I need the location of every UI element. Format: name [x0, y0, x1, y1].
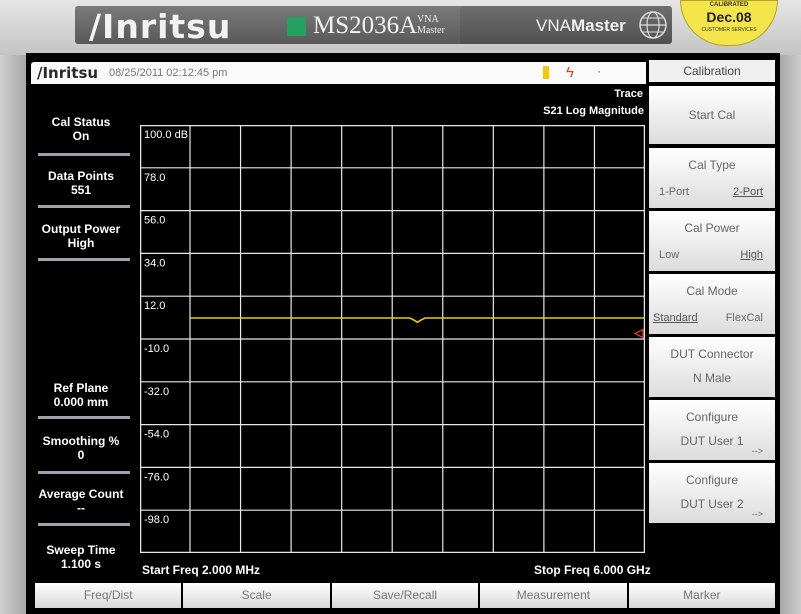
cal-type-option-1port: 1-Port	[659, 186, 689, 198]
start-cal-button[interactable]: Start Cal	[649, 86, 775, 144]
model-name: MS2036A	[313, 12, 418, 39]
trace-label: Trace	[614, 88, 643, 100]
cal-mode-button[interactable]: Cal Mode Standard FlexCal	[649, 274, 775, 334]
y-tick-label: 78.0	[144, 172, 165, 184]
brand-plate: /Inritsu MS2036A VNA Master	[75, 6, 465, 46]
y-tick-label: 12.0	[144, 300, 165, 312]
marker-menu[interactable]: Marker	[628, 583, 776, 608]
y-tick-label: 56.0	[144, 215, 165, 227]
cal-type-button[interactable]: Cal Type 1-Port 2-Port	[649, 148, 775, 208]
y-tick-label: -76.0	[144, 471, 169, 483]
cal-power-label: Cal Power	[684, 221, 740, 235]
brand-logo: /Inritsu	[89, 7, 232, 46]
cal-mode-option-standard: Standard	[653, 312, 698, 324]
datetime: 08/25/2011 02:12:45 pm	[109, 67, 228, 79]
submenu-arrow-icon: -->	[751, 509, 763, 519]
calibration-sticker: CALIBRATED Dec.08 CUSTOMER SERVICES	[680, 0, 778, 46]
instrument-bezel-left	[0, 55, 26, 614]
ref-plane: Ref Plane 0.000 mm	[53, 381, 109, 409]
scale-menu[interactable]: Scale	[183, 583, 330, 608]
sticker-date: Dec.08	[706, 9, 752, 25]
sticker-footer: CUSTOMER SERVICES	[701, 27, 757, 33]
reference-marker-icon	[633, 328, 644, 339]
product-plate: VNAMaster	[460, 6, 672, 44]
status-bar: /Inritsu 08/25/2011 02:12:45 pm ϟ ·	[31, 62, 646, 84]
y-tick-label: -32.0	[144, 386, 169, 398]
y-tick-label: -98.0	[144, 514, 169, 526]
start-frequency: Start Freq 2.000 MHz	[142, 563, 261, 577]
data-points: Data Points 551	[47, 169, 114, 197]
instrument-bezel-right	[780, 55, 801, 614]
main-menu-bar: Freq/Dist Scale Save/Recall Measurement …	[35, 583, 776, 608]
dut-connector-label: DUT Connector	[670, 347, 754, 361]
stop-frequency: Stop Freq 6.000 GHz	[534, 563, 651, 577]
y-tick-label: -10.0	[144, 343, 169, 355]
dut-connector-value: N Male	[692, 371, 731, 385]
product-name: VNAMaster	[536, 16, 626, 35]
cal-mode-option-flexcal: FlexCal	[725, 312, 763, 324]
battery-icon	[543, 66, 549, 79]
y-tick-label: 100.0 dB	[144, 129, 188, 141]
cal-status: Cal Status On	[51, 115, 111, 143]
instrument-bezel-top: /Inritsu MS2036A VNA Master VNAMaster CA…	[0, 0, 801, 55]
configure-dut-user2-button[interactable]: Configure DUT User 2 -->	[649, 463, 775, 523]
globe-icon	[639, 11, 667, 39]
power-plug-icon: ϟ	[566, 64, 574, 81]
measurement-label: S21 Log Magnitude	[543, 105, 644, 117]
smoothing: Smoothing % 0	[42, 434, 120, 462]
average-count: Average Count --	[38, 487, 124, 515]
cal-power-option-low: Low	[659, 249, 680, 261]
divider	[38, 416, 130, 419]
trace-line	[190, 317, 645, 324]
dut-connector-button[interactable]: DUT Connector N Male	[649, 337, 775, 397]
configure-label: Configure	[685, 473, 739, 487]
menu-title: Calibration	[649, 60, 775, 82]
configure-dut-user1-button[interactable]: Configure DUT User 1 -->	[649, 400, 775, 460]
submenu-arrow-icon: -->	[751, 446, 763, 456]
freq-dist-menu[interactable]: Freq/Dist	[35, 583, 182, 608]
divider	[38, 523, 130, 526]
status-dot-icon: ·	[597, 64, 601, 78]
output-power: Output Power High	[41, 222, 121, 250]
screen-logo: /Inritsu	[37, 64, 99, 82]
brand-square-icon	[287, 17, 306, 36]
divider	[38, 258, 130, 261]
divider	[38, 205, 130, 208]
instrument-screen: /Inritsu 08/25/2011 02:12:45 pm ϟ · Cal …	[26, 53, 780, 614]
cal-power-option-high: High	[740, 249, 763, 261]
cal-type-option-2port: 2-Port	[733, 186, 763, 198]
start-cal-label: Start Cal	[688, 108, 736, 122]
model-subtitle: VNA Master	[417, 14, 445, 36]
measurement-menu[interactable]: Measurement	[480, 583, 627, 608]
divider	[38, 153, 130, 156]
y-tick-label: 34.0	[144, 257, 165, 269]
cal-power-button[interactable]: Cal Power Low High	[649, 211, 775, 271]
cal-type-label: Cal Type	[688, 158, 736, 172]
save-recall-menu[interactable]: Save/Recall	[331, 583, 479, 608]
y-tick-label: -54.0	[144, 429, 169, 441]
s21-graph[interactable]: 100.0 dB 78.0 56.0 34.0 12.0 -10.0 -32.0 -54.0 -…	[140, 125, 645, 553]
cal-mode-label: Cal Mode	[686, 284, 738, 298]
divider	[38, 471, 130, 474]
configure-label: Configure	[685, 410, 739, 424]
sticker-heading: CALIBRATED	[709, 2, 749, 8]
sweep-time: Sweep Time 1.100 s	[46, 543, 116, 571]
